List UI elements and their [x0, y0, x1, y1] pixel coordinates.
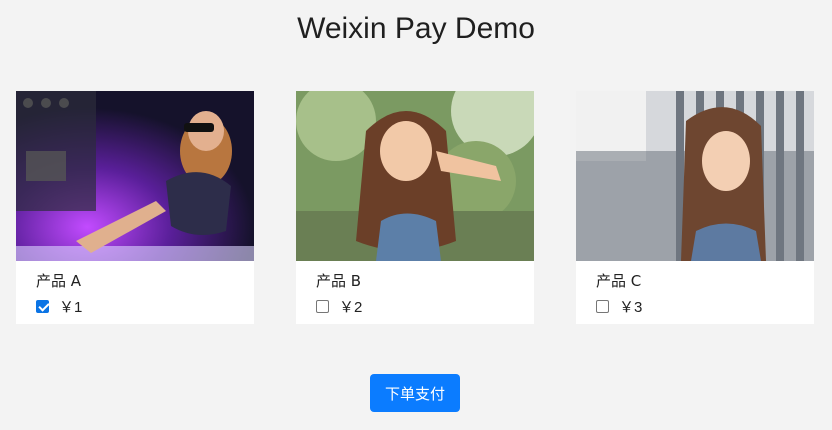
product-image-c: [576, 91, 814, 261]
product-name: 产品 A: [36, 272, 82, 290]
product-price: ￥1: [59, 298, 83, 316]
price-row: ￥1: [36, 296, 82, 316]
price-row: ￥3: [596, 296, 642, 316]
page-title: Weixin Pay Demo: [297, 12, 535, 45]
place-order-pay-button[interactable]: 下单支付: [370, 374, 460, 412]
price-row: ￥2: [316, 296, 362, 316]
product-card-b: 产品 B ￥2: [296, 91, 534, 324]
product-name: 产品 C: [596, 272, 642, 290]
select-checkbox-a[interactable]: [36, 299, 49, 313]
product-card-a: 产品 A ￥1: [16, 91, 254, 324]
product-image-a: [16, 91, 254, 261]
product-card-c: 产品 C ￥3: [576, 91, 814, 324]
select-checkbox-c[interactable]: [596, 299, 609, 313]
select-checkbox-b[interactable]: [316, 299, 329, 313]
product-price: ￥2: [339, 298, 363, 316]
product-price: ￥3: [619, 298, 643, 316]
product-image-b: [296, 91, 534, 261]
product-name: 产品 B: [316, 272, 362, 290]
page: Weixin Pay Demo 产品 A ￥1 产品 B ￥2 产品 C ￥3 …: [0, 0, 832, 430]
